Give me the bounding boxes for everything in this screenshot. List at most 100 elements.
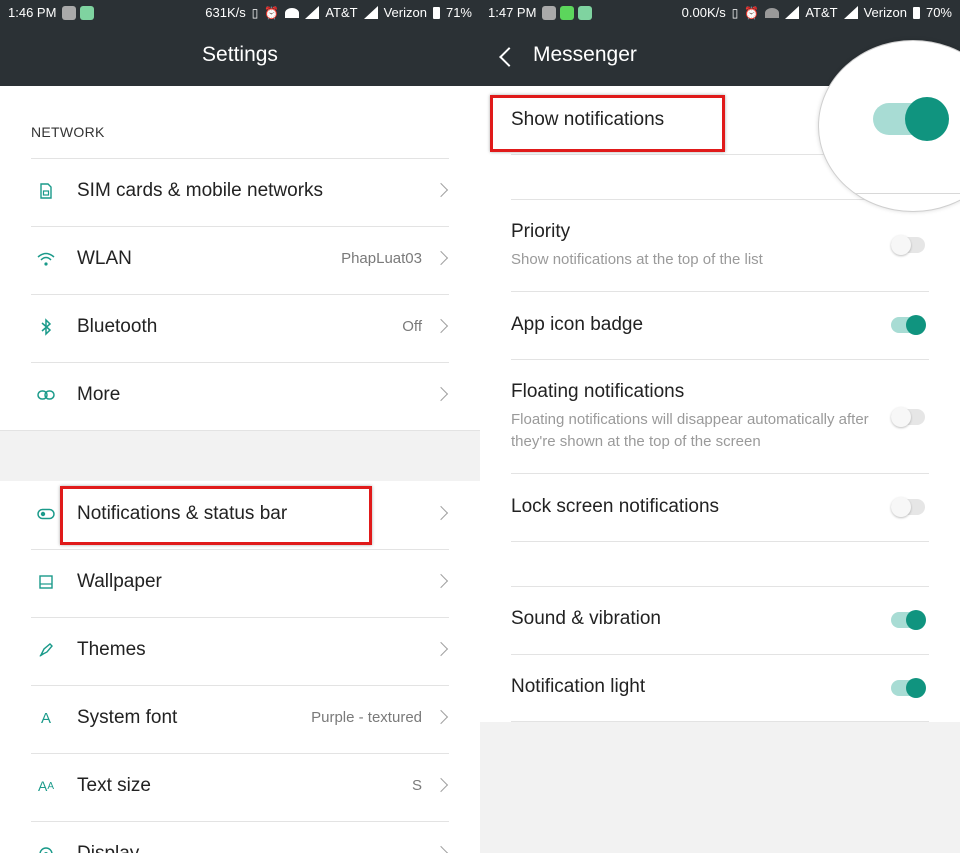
row-label: SIM cards & mobile networks xyxy=(77,180,324,201)
brush-icon xyxy=(37,641,55,659)
messenger-notification-screen: 1:47 PM 0.00K/s ▯ ⏰ AT&T Verizon 70% Mes… xyxy=(480,0,960,853)
row-label: App icon badge xyxy=(511,314,644,335)
settings-row-themes[interactable]: Themes xyxy=(0,617,480,685)
notification-icons xyxy=(542,6,592,20)
row-value: Off xyxy=(402,318,422,335)
settings-row-bluetooth[interactable]: Bluetooth Off xyxy=(0,294,480,362)
notification-light-row[interactable]: Notification light xyxy=(480,654,960,722)
settings-row-display[interactable]: Display xyxy=(0,821,480,853)
display-icon xyxy=(37,845,55,853)
highlight-box xyxy=(490,95,725,152)
floating-notifications-toggle[interactable] xyxy=(891,407,925,427)
bluetooth-icon xyxy=(37,318,55,336)
wifi-icon xyxy=(37,250,55,268)
alarm-icon: ⏰ xyxy=(264,5,280,20)
signal-icon xyxy=(843,6,858,19)
carrier-2: Verizon xyxy=(863,5,907,20)
settings-row-wlan[interactable]: WLAN PhapLuat03 xyxy=(0,226,480,294)
sound-vibration-row[interactable]: Sound & vibration xyxy=(480,586,960,654)
network-speed: 631K/s xyxy=(205,5,246,20)
row-label: Display xyxy=(77,843,139,853)
chevron-right-icon xyxy=(433,505,449,521)
network-speed: 0.00K/s xyxy=(681,5,726,20)
divider xyxy=(31,158,449,159)
status-right: 0.00K/s ▯ ⏰ AT&T Verizon 70% xyxy=(682,5,952,20)
divider xyxy=(819,193,960,194)
app-icon-badge-row[interactable]: App icon badge xyxy=(480,291,960,359)
floating-notifications-row[interactable]: Floating notifications Floating notifica… xyxy=(480,359,960,473)
row-label: Bluetooth xyxy=(77,316,158,337)
chevron-right-icon xyxy=(433,641,449,657)
lock-screen-notifications-row[interactable]: Lock screen notifications xyxy=(480,473,960,542)
toggle-knob xyxy=(905,97,949,141)
row-value: S xyxy=(411,777,422,794)
chevron-right-icon xyxy=(433,318,449,334)
page-title: Settings xyxy=(202,43,278,66)
title-bar: Settings xyxy=(0,26,480,86)
carrier-2: Verizon xyxy=(383,5,427,20)
divider xyxy=(511,291,929,292)
divider xyxy=(511,654,929,655)
toggle-knob xyxy=(906,610,926,630)
row-value: PhapLuat03 xyxy=(341,250,422,267)
toggle-knob xyxy=(906,315,926,335)
back-arrow-icon[interactable] xyxy=(499,47,519,67)
wallpaper-icon xyxy=(37,573,55,591)
divider xyxy=(511,473,929,474)
priority-toggle[interactable] xyxy=(891,235,925,255)
toggle-icon xyxy=(37,505,55,523)
settings-row-system-font[interactable]: A System font Purple - textured xyxy=(0,685,480,753)
app-icon-badge-toggle[interactable] xyxy=(891,315,926,335)
settings-row-text-size[interactable]: AA Text size S xyxy=(0,753,480,821)
font-icon: A xyxy=(40,709,51,727)
show-notifications-toggle[interactable] xyxy=(873,97,949,141)
row-label: Lock screen notifications xyxy=(511,496,720,517)
row-label: Priority xyxy=(511,221,571,242)
status-bar: 1:47 PM 0.00K/s ▯ ⏰ AT&T Verizon 70% xyxy=(480,0,960,26)
link-icon xyxy=(37,386,55,404)
row-label: WLAN xyxy=(77,248,132,269)
row-label: Themes xyxy=(77,639,146,660)
row-label: System font xyxy=(77,707,178,728)
settings-row-more[interactable]: More xyxy=(0,362,480,430)
row-label: Notification light xyxy=(511,676,646,697)
chevron-right-icon xyxy=(433,709,449,725)
carrier-1: AT&T xyxy=(325,5,358,20)
text-size-icon: AA xyxy=(37,778,54,794)
chevron-right-icon xyxy=(433,182,449,198)
wifi-status-icon xyxy=(765,7,780,18)
row-label: Wallpaper xyxy=(77,571,162,592)
battery-icon xyxy=(912,6,920,19)
settings-row-sim[interactable]: SIM cards & mobile networks xyxy=(0,158,480,226)
status-right: 631K/s ▯ ⏰ AT&T Verizon 71% xyxy=(205,5,472,20)
section-header-network: NETWORK xyxy=(31,124,105,140)
app-notification-icon xyxy=(62,6,76,20)
divider xyxy=(31,617,449,618)
notification-light-toggle[interactable] xyxy=(891,678,926,698)
row-label: Floating notifications xyxy=(511,381,685,402)
toggle-knob xyxy=(891,407,911,427)
empty-area xyxy=(480,722,960,853)
lock-screen-notifications-toggle[interactable] xyxy=(891,497,925,517)
settings-row-wallpaper[interactable]: Wallpaper xyxy=(0,549,480,617)
app-notification-icon xyxy=(542,6,556,20)
battery-icon xyxy=(432,6,440,19)
divider xyxy=(511,359,929,360)
toggle-knob xyxy=(906,678,926,698)
page-title: Messenger xyxy=(533,43,637,66)
row-label: Sound & vibration xyxy=(511,608,661,629)
signal-icon xyxy=(363,6,378,19)
divider xyxy=(31,549,449,550)
priority-row[interactable]: Priority Show notifications at the top o… xyxy=(480,199,960,291)
carrier-1: AT&T xyxy=(805,5,838,20)
section-gap xyxy=(0,430,480,481)
row-description: Show notifications at the top of the lis… xyxy=(511,251,763,268)
vibrate-icon: ▯ xyxy=(731,5,739,20)
divider xyxy=(511,541,929,542)
notification-icons xyxy=(62,6,94,20)
battery-level: 71% xyxy=(445,5,472,20)
row-label: More xyxy=(77,384,121,405)
highlight-box xyxy=(60,486,372,545)
alarm-icon: ⏰ xyxy=(744,5,760,20)
sound-vibration-toggle[interactable] xyxy=(891,610,926,630)
